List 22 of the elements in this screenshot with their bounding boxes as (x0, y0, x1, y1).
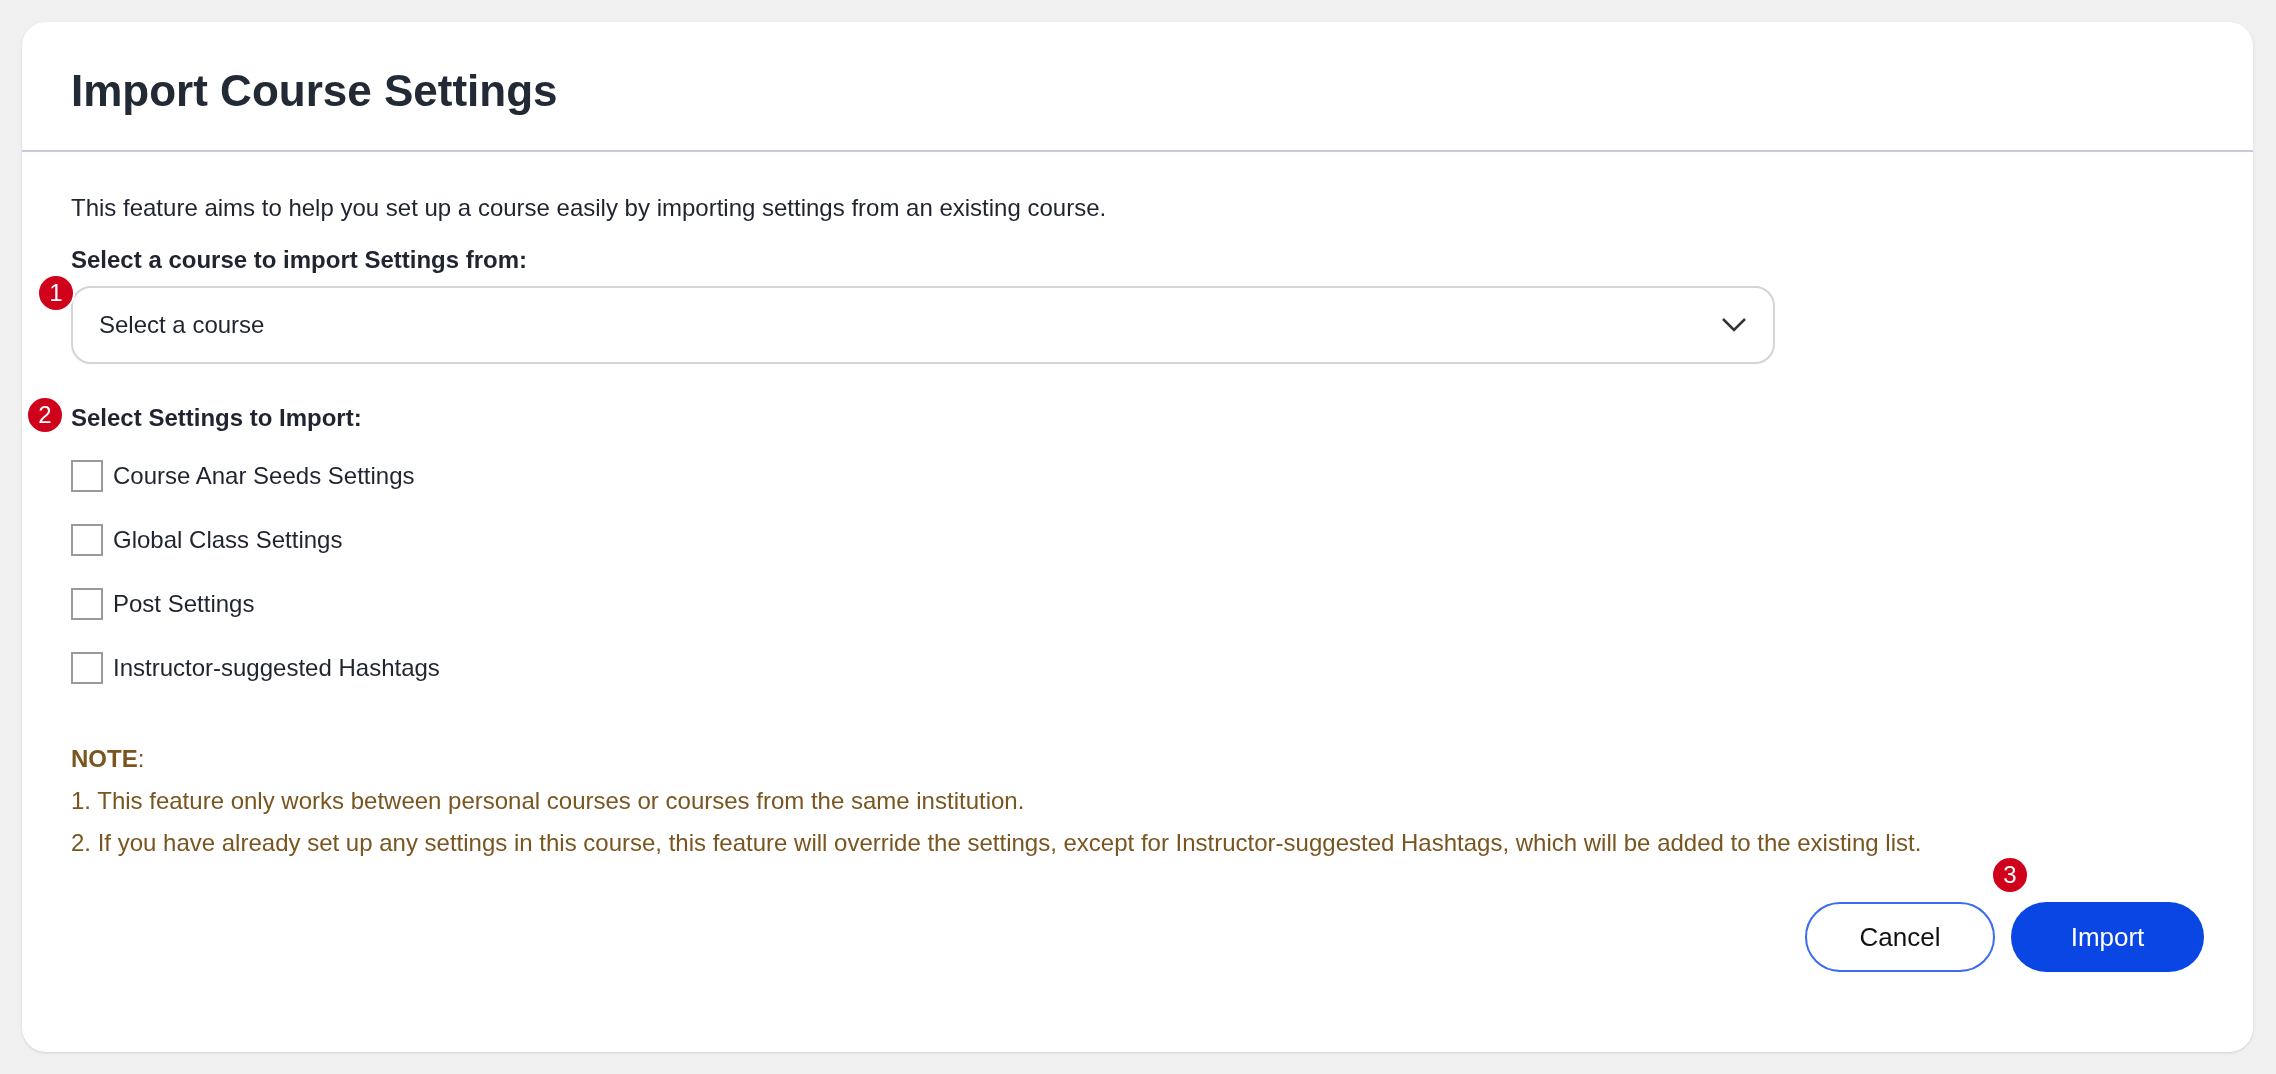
note-item: 2. If you have already set up any settings in this course, this feature will override the settings, except for Instructor-suggested Hashtags, which will be added to the existing list. (71, 828, 1923, 858)
checkbox-label: Course Anar Seeds Settings (113, 461, 415, 491)
checkbox[interactable] (71, 588, 103, 620)
cancel-button[interactable]: Cancel (1805, 902, 1995, 972)
note-item: 1. This feature only works between personal courses or courses from the same institution. (71, 786, 1026, 816)
step-badge: 1 (37, 274, 75, 312)
dialog-title: Import Course Settings (71, 65, 558, 117)
step-badge: 2 (26, 396, 64, 434)
checkbox[interactable] (71, 524, 103, 556)
checkbox-label: Post Settings (113, 589, 255, 619)
intro-text: This feature aims to help you set up a course easily by importing settings from an existing course. (71, 193, 1108, 223)
field-label: Select a course to import Settings from: (71, 245, 529, 275)
note-heading: NOTE: (71, 744, 146, 774)
course-select[interactable]: Select a course (71, 286, 1775, 364)
checkbox[interactable] (71, 652, 103, 684)
checkbox-label: Global Class Settings (113, 525, 343, 555)
import-button[interactable]: Import (2011, 902, 2204, 972)
step-badge: 3 (1991, 856, 2029, 894)
checkbox-label: Instructor-suggested Hashtags (113, 653, 440, 683)
chevron-down-icon (1721, 317, 1747, 333)
field-label: Select Settings to Import: (71, 403, 363, 433)
checkbox[interactable] (71, 460, 103, 492)
